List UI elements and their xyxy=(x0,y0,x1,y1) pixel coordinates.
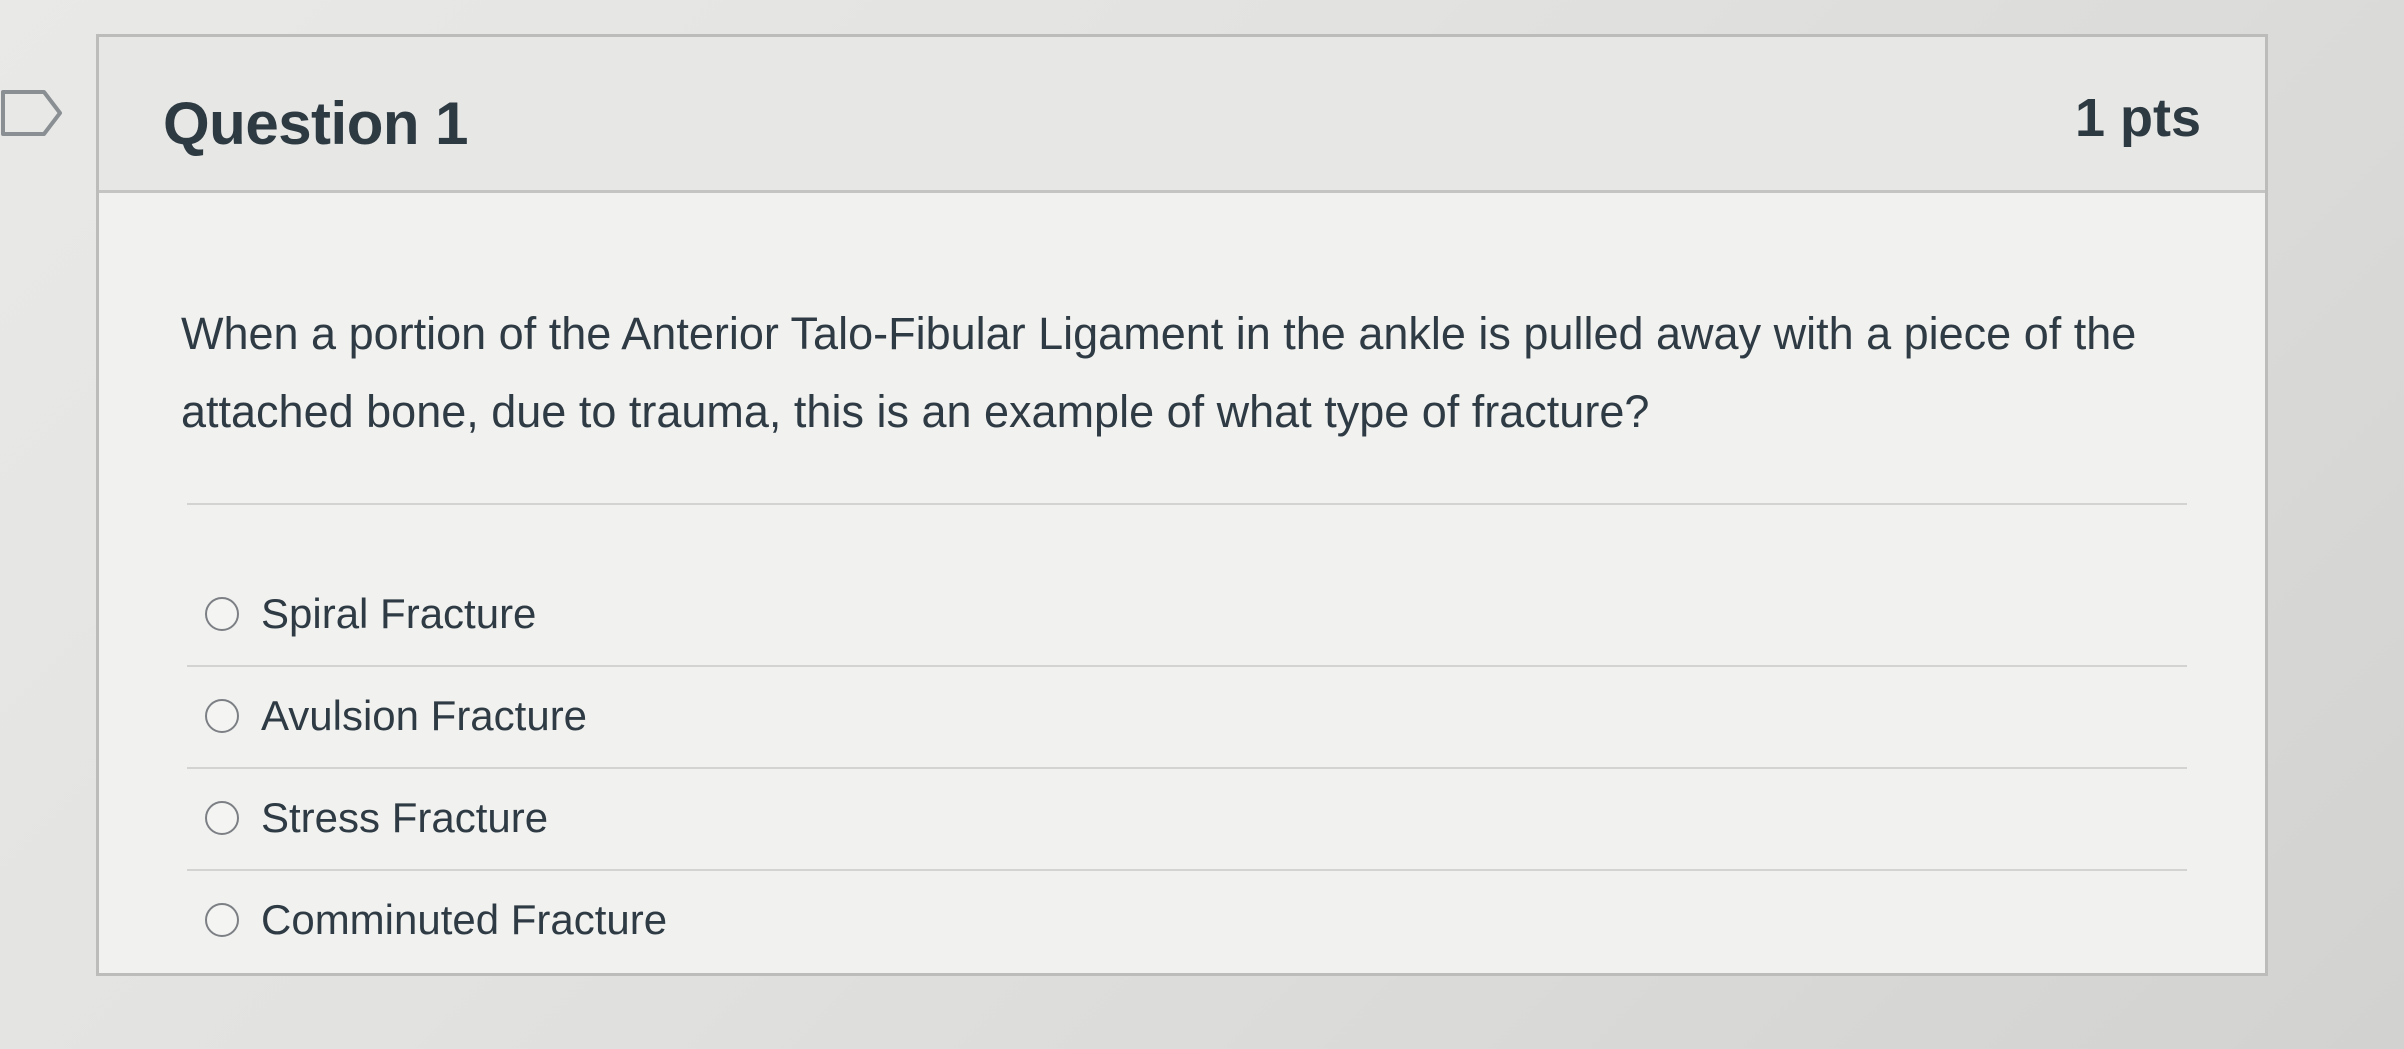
radio-unchecked-icon[interactable] xyxy=(205,699,239,733)
answer-label: Spiral Fracture xyxy=(261,590,537,637)
divider xyxy=(187,767,2187,769)
answer-label: Avulsion Fracture xyxy=(261,692,588,739)
answer-option-spiral[interactable]: Spiral Fracture xyxy=(205,569,536,659)
question-text: When a portion of the Anterior Talo-Fibu… xyxy=(181,308,2137,437)
answer-label: Stress Fracture xyxy=(261,794,549,841)
answer-option-comminuted[interactable]: Comminuted Fracture xyxy=(205,875,667,965)
radio-unchecked-icon[interactable] xyxy=(205,597,239,631)
answer-option-stress[interactable]: Stress Fracture xyxy=(205,773,548,863)
divider xyxy=(187,869,2187,871)
flag-question-icon[interactable] xyxy=(0,88,64,138)
answer-option-avulsion[interactable]: Avulsion Fracture xyxy=(205,671,587,761)
answer-label: Comminuted Fracture xyxy=(261,896,668,943)
divider xyxy=(187,503,2187,505)
radio-unchecked-icon[interactable] xyxy=(205,801,239,835)
question-title: Question 1 xyxy=(163,90,469,157)
divider xyxy=(187,665,2187,667)
question-points: 1 pts xyxy=(2074,88,2201,148)
question-card: Question 1 1 pts When a portion of the A… xyxy=(96,34,2268,976)
question-header: Question 1 1 pts xyxy=(99,37,2265,193)
radio-unchecked-icon[interactable] xyxy=(205,903,239,937)
